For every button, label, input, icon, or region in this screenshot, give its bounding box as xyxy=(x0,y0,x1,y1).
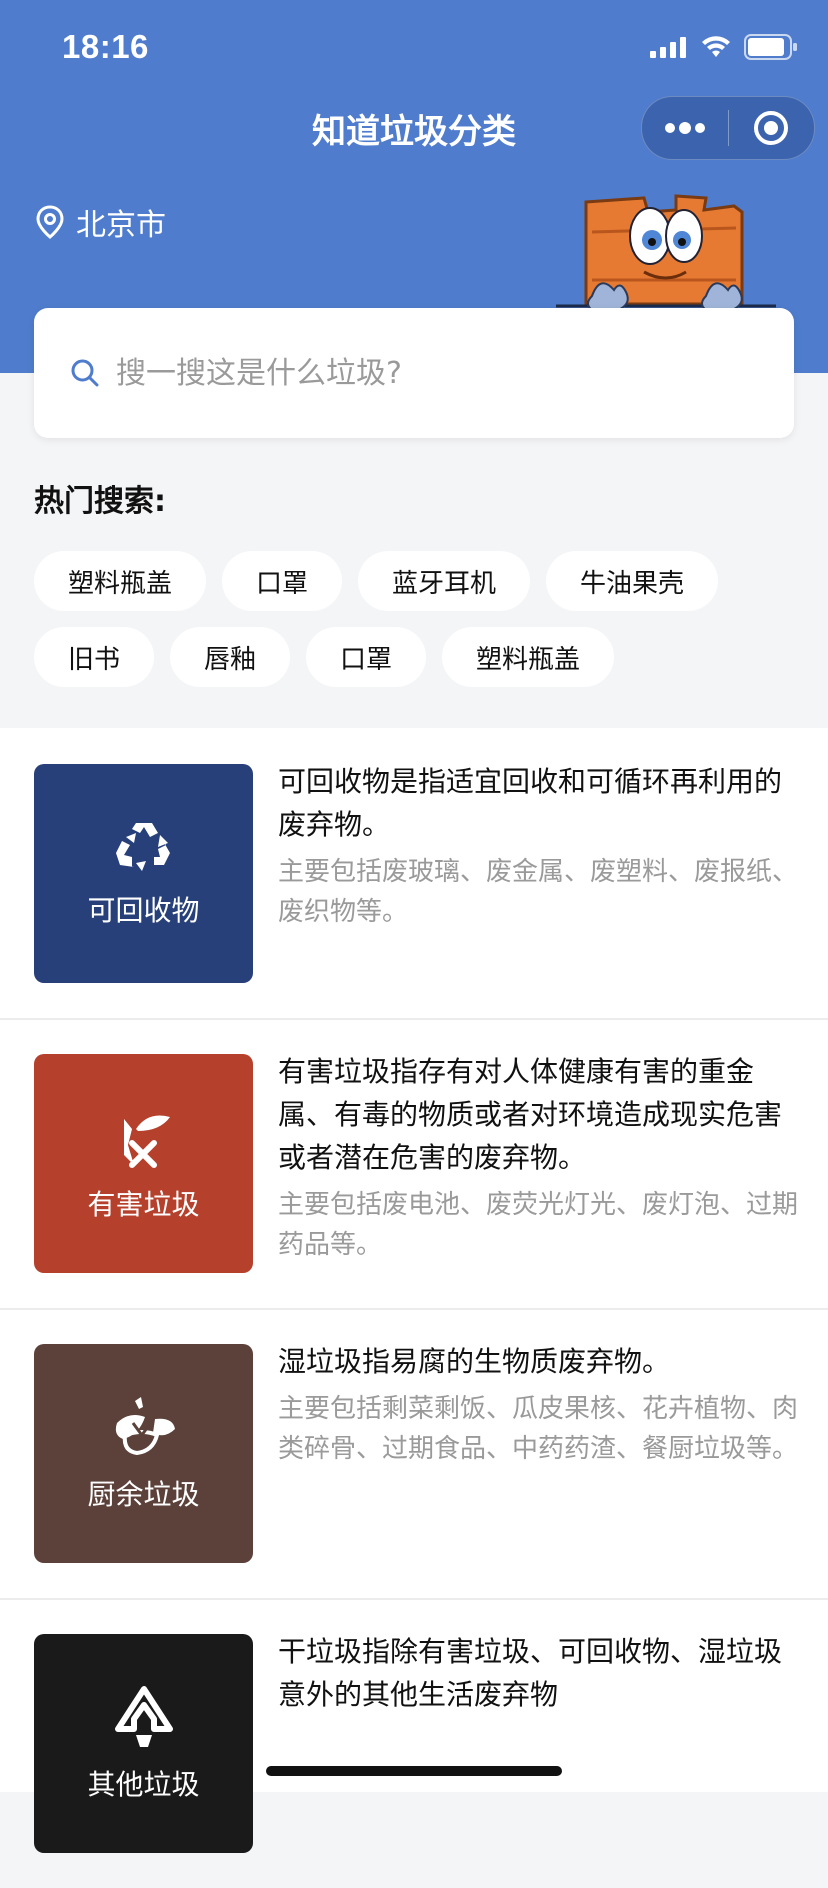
category-card-recyclable[interactable]: 可回收物 可回收物是指适宜回收和可循环再利用的废弃物。 主要包括废玻璃、废金属、… xyxy=(0,728,828,1020)
category-definition: 干垃圾指除有害垃圾、可回收物、湿垃圾意外的其他生活废弃物 xyxy=(278,1635,783,1711)
category-examples: 主要包括废玻璃、废金属、废塑料、废报纸、废织物等。 xyxy=(278,857,799,927)
hot-tag[interactable]: 口罩 xyxy=(222,551,342,611)
mascot-trash-bin-image xyxy=(556,194,776,311)
category-badge: 有害垃圾 xyxy=(34,1054,253,1273)
category-badge: 可回收物 xyxy=(34,764,253,983)
hot-tag[interactable]: 塑料瓶盖 xyxy=(34,551,206,611)
hazardous-icon xyxy=(123,1115,170,1168)
category-description: 可回收物是指适宜回收和可循环再利用的废弃物。 主要包括废玻璃、废金属、废塑料、废… xyxy=(278,760,798,932)
category-card-hazardous[interactable]: 有害垃圾 有害垃圾指存有对人体健康有害的重金属、有毒的物质或者对环境造成现实危害… xyxy=(0,1018,828,1310)
search-input[interactable] xyxy=(114,354,718,392)
recycle-icon xyxy=(115,822,170,871)
miniprogram-capsule xyxy=(641,96,815,160)
signal-icon xyxy=(650,37,686,58)
category-examples: 主要包括废电池、废荧光灯光、废灯泡、过期药品等。 xyxy=(278,1190,799,1260)
status-bar: 18:16 xyxy=(0,0,828,100)
hot-tag[interactable]: 旧书 xyxy=(34,627,154,687)
category-card-kitchen[interactable]: 厨余垃圾 湿垃圾指易腐的生物质废弃物。 主要包括剩菜剩饭、瓜皮果核、花卉植物、肉… xyxy=(0,1308,828,1600)
location-city: 北京市 xyxy=(76,208,166,243)
hot-tag[interactable]: 牛油果壳 xyxy=(546,551,718,611)
hot-tag[interactable]: 蓝牙耳机 xyxy=(358,551,530,611)
category-badge: 厨余垃圾 xyxy=(34,1344,253,1563)
hot-tags-row-1: 塑料瓶盖 口罩 蓝牙耳机 牛油果壳 xyxy=(34,551,718,611)
status-icons xyxy=(650,34,798,60)
category-label: 厨余垃圾 xyxy=(87,1477,200,1511)
location-selector[interactable]: 北京市 xyxy=(36,200,166,244)
category-definition: 可回收物是指适宜回收和可循环再利用的废弃物。 xyxy=(278,765,783,841)
category-examples: 主要包括剩菜剩饭、瓜皮果核、花卉植物、肉类碎骨、过期食品、中药药渣、餐厨垃圾等。 xyxy=(278,1394,799,1464)
more-dots-icon xyxy=(664,122,705,134)
category-definition: 有害垃圾指存有对人体健康有害的重金属、有毒的物质或者对环境造成现实危害或者潜在危… xyxy=(278,1055,783,1174)
search-icon xyxy=(70,358,100,388)
category-label: 其他垃圾 xyxy=(87,1767,200,1801)
search-bar[interactable] xyxy=(34,308,794,438)
battery-icon xyxy=(744,34,797,60)
other-waste-icon xyxy=(114,1685,173,1747)
hot-tags-row-2: 旧书 唇釉 口罩 塑料瓶盖 xyxy=(34,627,614,687)
category-label: 有害垃圾 xyxy=(87,1187,200,1221)
category-label: 可回收物 xyxy=(87,893,200,927)
location-pin-icon xyxy=(36,205,64,239)
kitchen-waste-icon xyxy=(115,1396,175,1455)
category-badge: 其他垃圾 xyxy=(34,1634,253,1853)
home-indicator xyxy=(266,1766,562,1776)
category-list: 可回收物 可回收物是指适宜回收和可循环再利用的废弃物。 主要包括废玻璃、废金属、… xyxy=(0,728,828,1853)
category-description: 湿垃圾指易腐的生物质废弃物。 主要包括剩菜剩饭、瓜皮果核、花卉植物、肉类碎骨、过… xyxy=(278,1340,798,1469)
category-description: 有害垃圾指存有对人体健康有害的重金属、有毒的物质或者对环境造成现实危害或者潜在危… xyxy=(278,1050,798,1265)
status-time: 18:16 xyxy=(62,28,149,65)
hot-search-title: 热门搜索: xyxy=(34,484,166,519)
hot-tag[interactable]: 塑料瓶盖 xyxy=(442,627,614,687)
wifi-icon xyxy=(702,36,730,57)
category-card-other[interactable]: 其他垃圾 干垃圾指除有害垃圾、可回收物、湿垃圾意外的其他生活废弃物 xyxy=(0,1598,828,1888)
close-miniprogram-button[interactable] xyxy=(729,97,815,159)
category-description: 干垃圾指除有害垃圾、可回收物、湿垃圾意外的其他生活废弃物 xyxy=(278,1630,798,1722)
category-definition: 湿垃圾指易腐的生物质废弃物。 xyxy=(278,1345,671,1378)
target-icon xyxy=(754,111,789,145)
more-button[interactable] xyxy=(642,97,728,159)
hot-tag[interactable]: 口罩 xyxy=(306,627,426,687)
hot-tag[interactable]: 唇釉 xyxy=(170,627,290,687)
